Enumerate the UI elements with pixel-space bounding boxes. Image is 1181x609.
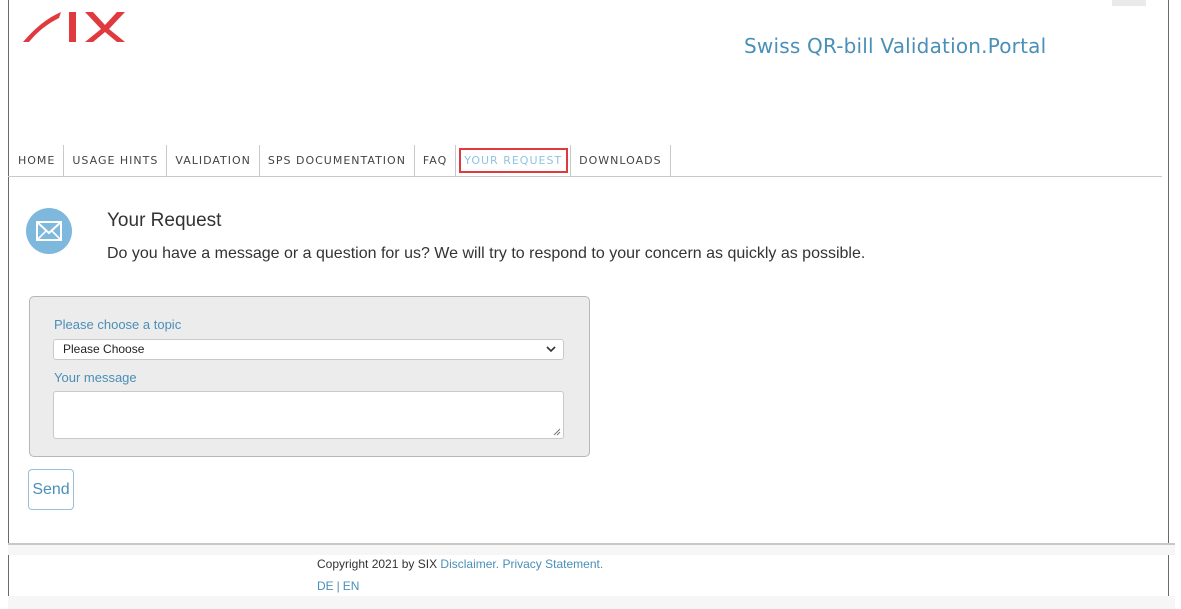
nav-usage-hints[interactable]: USAGE HINTS [64, 145, 168, 176]
six-logo[interactable] [21, 6, 141, 48]
topic-label: Please choose a topic [54, 317, 182, 332]
request-form: Please choose a topic Please Choose Your… [29, 296, 590, 457]
nav-your-request[interactable]: YOUR REQUEST [456, 145, 572, 176]
copyright-text: Copyright 2021 by SIX [317, 557, 438, 571]
send-button[interactable]: Send [28, 469, 74, 510]
disclaimer-link[interactable]: Disclaimer. [440, 557, 499, 571]
main-nav: HOME USAGE HINTS VALIDATION SPS DOCUMENT… [8, 145, 1162, 177]
lang-en-link[interactable]: EN [343, 579, 360, 593]
message-label: Your message [54, 370, 137, 385]
topic-select[interactable]: Please Choose [53, 339, 564, 360]
request-title: Your Request [107, 210, 222, 231]
chevron-down-icon [546, 346, 556, 353]
resize-handle-icon[interactable] [553, 428, 561, 436]
privacy-statement-link[interactable]: Privacy Statement. [502, 557, 603, 571]
footer-copyright-line: Copyright 2021 by SIX Disclaimer. Privac… [317, 557, 603, 571]
language-switcher: DE | EN [317, 579, 359, 593]
lang-separator: | [336, 579, 340, 593]
corner-decoration [1112, 0, 1146, 6]
nav-validation[interactable]: VALIDATION [167, 145, 260, 176]
nav-downloads[interactable]: DOWNLOADS [571, 145, 671, 176]
footer-bottom-bar [8, 596, 1175, 609]
footer-background [8, 545, 1175, 555]
portal-title: Swiss QR-bill Validation.Portal [744, 34, 1047, 58]
nav-faq[interactable]: FAQ [415, 145, 457, 176]
message-textarea[interactable] [53, 391, 564, 439]
request-description: Do you have a message or a question for … [107, 245, 866, 262]
lang-de-link[interactable]: DE [317, 579, 334, 593]
nav-sps-documentation[interactable]: SPS DOCUMENTATION [260, 145, 415, 176]
topic-select-value: Please Choose [63, 342, 145, 356]
nav-home[interactable]: HOME [8, 145, 65, 176]
mail-icon [26, 208, 72, 254]
